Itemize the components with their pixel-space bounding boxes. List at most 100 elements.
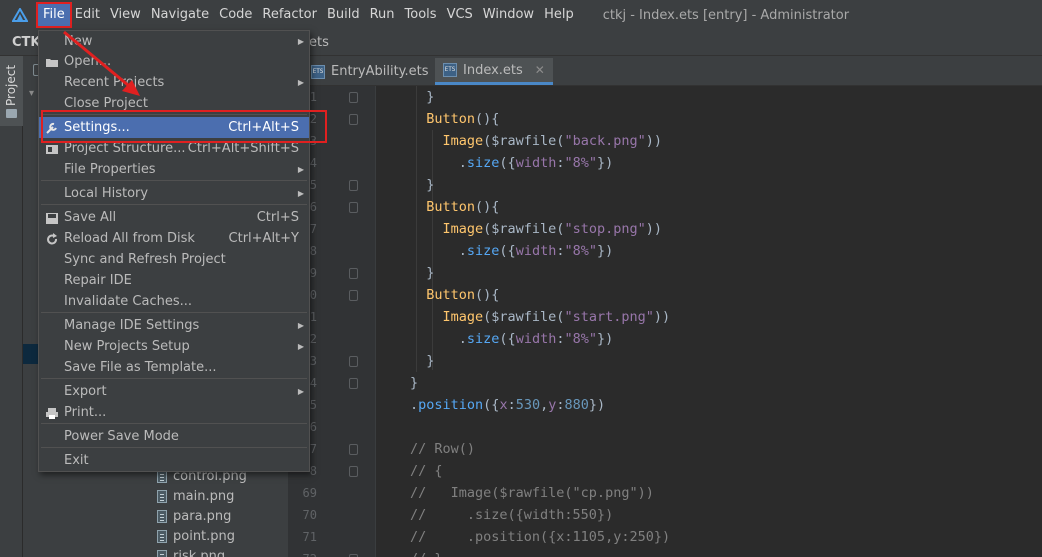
menu-item-label: Save All — [64, 210, 117, 225]
code-line: .size({width:"8%"}) — [410, 243, 614, 259]
app-logo-icon — [12, 8, 28, 22]
fold-marker-icon[interactable] — [349, 180, 358, 191]
code-line: } — [410, 375, 419, 391]
line-number: 70 — [302, 508, 317, 522]
file-menu-item-export[interactable]: Export ▶ — [39, 381, 309, 402]
menu-window[interactable]: Window — [478, 4, 539, 26]
menu-item-label: Manage IDE Settings — [64, 318, 200, 333]
tree-file-label: risk.png — [173, 548, 226, 557]
menu-tools[interactable]: Tools — [400, 4, 442, 26]
tree-file-item[interactable]: para.png — [157, 506, 231, 526]
code-line: Button(){ — [426, 287, 500, 303]
file-menu-item-new-projects-setup[interactable]: New Projects Setup ▶ — [39, 336, 309, 357]
annotation-arrow-icon — [63, 30, 140, 96]
fold-marker-icon[interactable] — [349, 268, 358, 279]
tree-file-item[interactable]: main.png — [157, 486, 234, 506]
tab-label: Index.ets — [463, 62, 523, 78]
file-menu-item-local-history[interactable]: Local History ▶ — [39, 183, 309, 204]
menu-item-label: Print... — [64, 405, 107, 420]
code-line: .size({width:"8%"}) — [410, 331, 614, 347]
code-line: Image($rawfile("stop.png")) — [442, 221, 662, 237]
image-file-icon — [157, 489, 167, 503]
menu-refactor[interactable]: Refactor — [257, 4, 322, 26]
menu-code[interactable]: Code — [214, 4, 257, 26]
file-menu-item-repair-ide[interactable]: Repair IDE — [39, 270, 309, 291]
code-line: // .position({x:1105,y:250}) — [410, 529, 671, 545]
fold-marker-icon[interactable] — [349, 114, 358, 125]
file-menu-item-power-save-mode[interactable]: Power Save Mode — [39, 426, 309, 447]
menu-item-label: Power Save Mode — [64, 429, 179, 444]
menu-file[interactable]: File — [36, 2, 72, 28]
menu-vcs[interactable]: VCS — [442, 4, 478, 26]
menu-edit[interactable]: Edit — [70, 4, 105, 26]
tree-file-item[interactable]: point.png — [157, 526, 235, 546]
breadcrumb-file[interactable]: ets — [309, 35, 329, 50]
fold-marker-icon[interactable] — [349, 356, 358, 367]
code-line: Button(){ — [426, 111, 500, 127]
fold-marker-icon[interactable] — [349, 466, 358, 477]
menu-item-label: File Properties — [64, 162, 156, 177]
print-icon — [45, 406, 59, 419]
menu-separator — [41, 312, 307, 313]
menu-item-label: Repair IDE — [64, 273, 132, 288]
menu-item-label: Save File as Template... — [64, 360, 217, 375]
submenu-arrow-icon: ▶ — [297, 165, 304, 174]
menu-navigate[interactable]: Navigate — [146, 4, 214, 26]
file-menu-item-print[interactable]: Print... — [39, 402, 309, 423]
file-menu-item-exit[interactable]: Exit — [39, 450, 309, 471]
menu-item-label: Reload All from Disk — [64, 231, 195, 246]
file-menu-item-manage-ide-settings[interactable]: Manage IDE Settings ▶ — [39, 315, 309, 336]
code-line: } — [410, 353, 435, 369]
code-line: .position({x:530,y:880}) — [410, 397, 606, 413]
fold-marker-icon[interactable] — [349, 202, 358, 213]
menu-run[interactable]: Run — [365, 4, 400, 26]
code-line: // Row() — [410, 441, 476, 457]
image-file-icon — [157, 529, 167, 543]
fold-marker-icon[interactable] — [349, 290, 358, 301]
menu-separator — [41, 204, 307, 205]
menu-separator — [41, 378, 307, 379]
menu-separator — [41, 423, 307, 424]
fold-marker-icon[interactable] — [349, 92, 358, 103]
fold-marker-icon[interactable] — [349, 378, 358, 389]
line-number: 71 — [302, 530, 317, 544]
tree-file-label: para.png — [173, 508, 232, 524]
image-file-icon — [157, 509, 167, 523]
close-icon[interactable]: ✕ — [535, 63, 545, 77]
menu-build[interactable]: Build — [322, 4, 365, 26]
tree-file-label: point.png — [173, 528, 236, 544]
line-number: 69 — [302, 486, 317, 500]
menu-item-label: Local History — [64, 186, 149, 201]
window-title: ctkj - Index.ets [entry] - Administrator — [602, 7, 850, 23]
file-menu-item-save-all[interactable]: Save All Ctrl+S — [39, 207, 309, 228]
file-menu-item-sync-and-refresh-project[interactable]: Sync and Refresh Project — [39, 249, 309, 270]
menu-item-label: Invalidate Caches... — [64, 294, 193, 309]
fold-marker-icon[interactable] — [349, 444, 358, 455]
file-menu-item-file-properties[interactable]: File Properties ▶ — [39, 159, 309, 180]
file-menu-item-save-file-as-template[interactable]: Save File as Template... — [39, 357, 309, 378]
code-editor[interactable]: } Button(){ Image($rawfile("back.png")) … — [376, 86, 1042, 557]
menu-help[interactable]: Help — [539, 4, 579, 26]
code-line: } — [410, 265, 435, 281]
save-icon — [45, 211, 59, 224]
tool-window-strip: Project — [0, 56, 23, 557]
menu-item-label: Export — [64, 384, 107, 399]
code-line: // { — [410, 463, 443, 479]
image-file-icon — [157, 549, 167, 557]
menu-separator — [41, 447, 307, 448]
code-line: // Image($rawfile("cp.png")) — [410, 485, 654, 501]
tree-selection — [23, 344, 39, 364]
editor-tabs: ETS EntryAbility.ets ✕ ETS Index.ets ✕ — [295, 56, 1042, 86]
folder-icon — [45, 55, 59, 68]
file-menu-item-reload-all-from-disk[interactable]: Reload All from Disk Ctrl+Alt+Y — [39, 228, 309, 249]
reload-icon — [45, 232, 59, 245]
menu-item-label: Sync and Refresh Project — [64, 252, 226, 267]
tab-index[interactable]: ETS Index.ets ✕ — [435, 58, 553, 85]
menu-bar: File Edit View Navigate Code Refactor Bu… — [0, 0, 1042, 30]
file-menu-item-invalidate-caches[interactable]: Invalidate Caches... — [39, 291, 309, 312]
submenu-arrow-icon: ▶ — [297, 321, 304, 330]
menu-view[interactable]: View — [105, 4, 146, 26]
annotation-highlight-box — [41, 110, 327, 143]
tree-file-item[interactable]: risk.png — [157, 546, 225, 557]
tab-label: EntryAbility.ets — [331, 64, 429, 79]
